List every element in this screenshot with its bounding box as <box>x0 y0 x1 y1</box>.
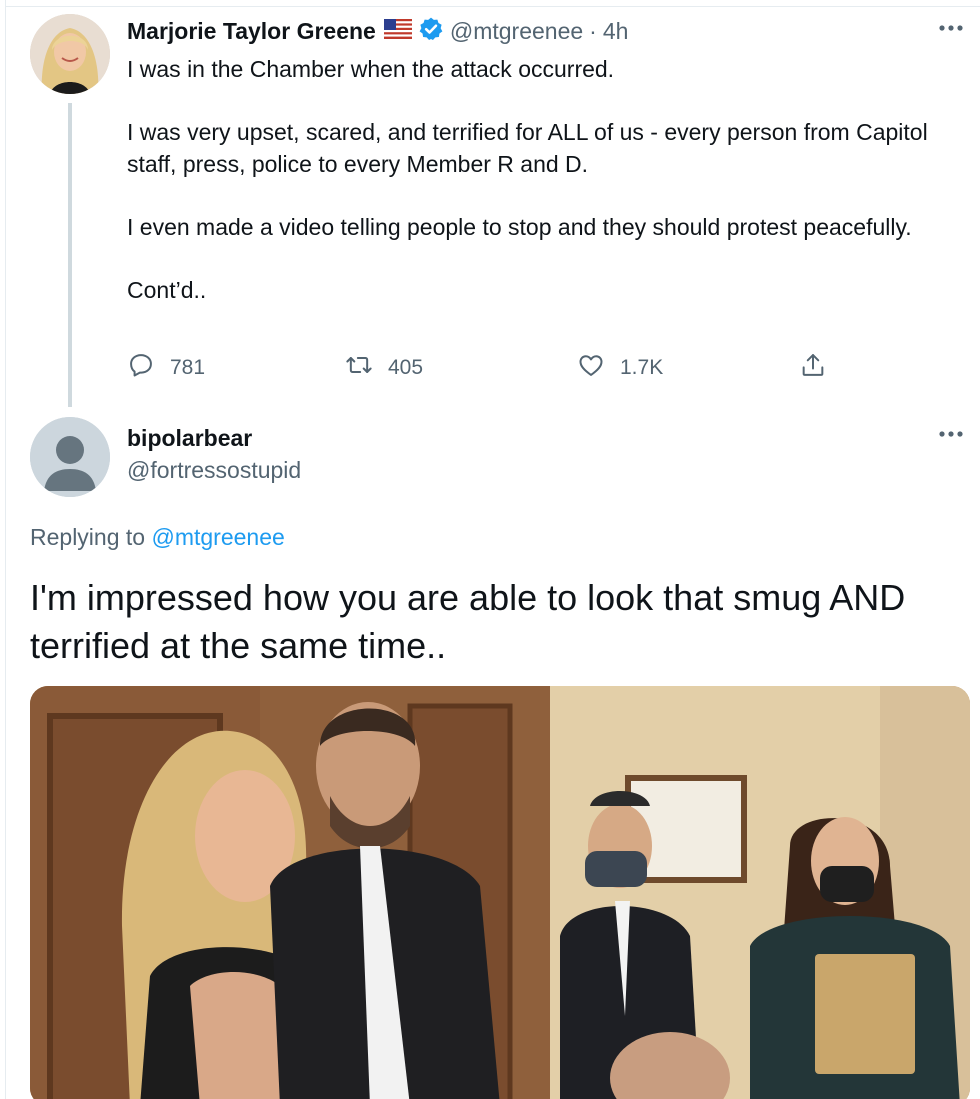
retweet-count: 405 <box>388 356 424 379</box>
replying-to-line: Replying to @mtgreenee <box>30 524 285 551</box>
reply-author-name[interactable]: bipolarbear <box>127 425 252 452</box>
share-button[interactable] <box>799 350 842 386</box>
frame-left-border <box>5 0 6 1099</box>
tweet-body: I was in the Chamber when the attack occ… <box>127 53 947 306</box>
author-name[interactable]: Marjorie Taylor Greene <box>127 18 376 45</box>
replying-to-handle-link[interactable]: @mtgreenee <box>151 524 284 550</box>
tweet-header: Marjorie Taylor Greene @mtgreenee · 4h <box>127 16 628 46</box>
tweet-paragraph: I even made a video telling people to st… <box>127 214 912 240</box>
tweet-paragraph: Cont’d.. <box>127 277 207 303</box>
like-button[interactable]: 1.7K <box>577 350 663 386</box>
thread-connector-line <box>68 103 72 407</box>
reply-author-handle[interactable]: @fortressostupid <box>127 457 301 484</box>
retweet-button[interactable]: 405 <box>345 350 423 386</box>
reply-icon <box>127 351 170 385</box>
frame-top-border <box>5 6 980 7</box>
verified-badge-icon <box>418 16 444 47</box>
share-icon <box>799 351 842 385</box>
reply-author-avatar[interactable] <box>30 417 110 497</box>
tweet-timestamp[interactable]: 4h <box>603 18 629 45</box>
us-flag-icon <box>383 18 412 44</box>
retweet-icon <box>345 351 388 385</box>
author-handle[interactable]: @mtgreenee <box>450 18 583 45</box>
replying-to-label: Replying to <box>30 524 146 550</box>
like-icon <box>577 351 620 385</box>
reply-count: 781 <box>170 356 206 379</box>
like-count: 1.7K <box>620 356 664 379</box>
reply-body: I'm impressed how you are able to look t… <box>30 577 906 666</box>
more-options-icon[interactable] <box>938 20 964 38</box>
more-options-icon[interactable] <box>938 426 964 444</box>
attached-photo[interactable] <box>30 686 970 1099</box>
tweet-paragraph: I was very upset, scared, and terrified … <box>127 119 928 177</box>
tweet-paragraph: I was in the Chamber when the attack occ… <box>127 56 615 82</box>
reply-button[interactable]: 781 <box>127 350 205 386</box>
author-avatar[interactable] <box>30 14 110 94</box>
tweet-actions-bar: 781 405 1.7K <box>127 350 847 386</box>
header-separator: · <box>589 17 597 44</box>
